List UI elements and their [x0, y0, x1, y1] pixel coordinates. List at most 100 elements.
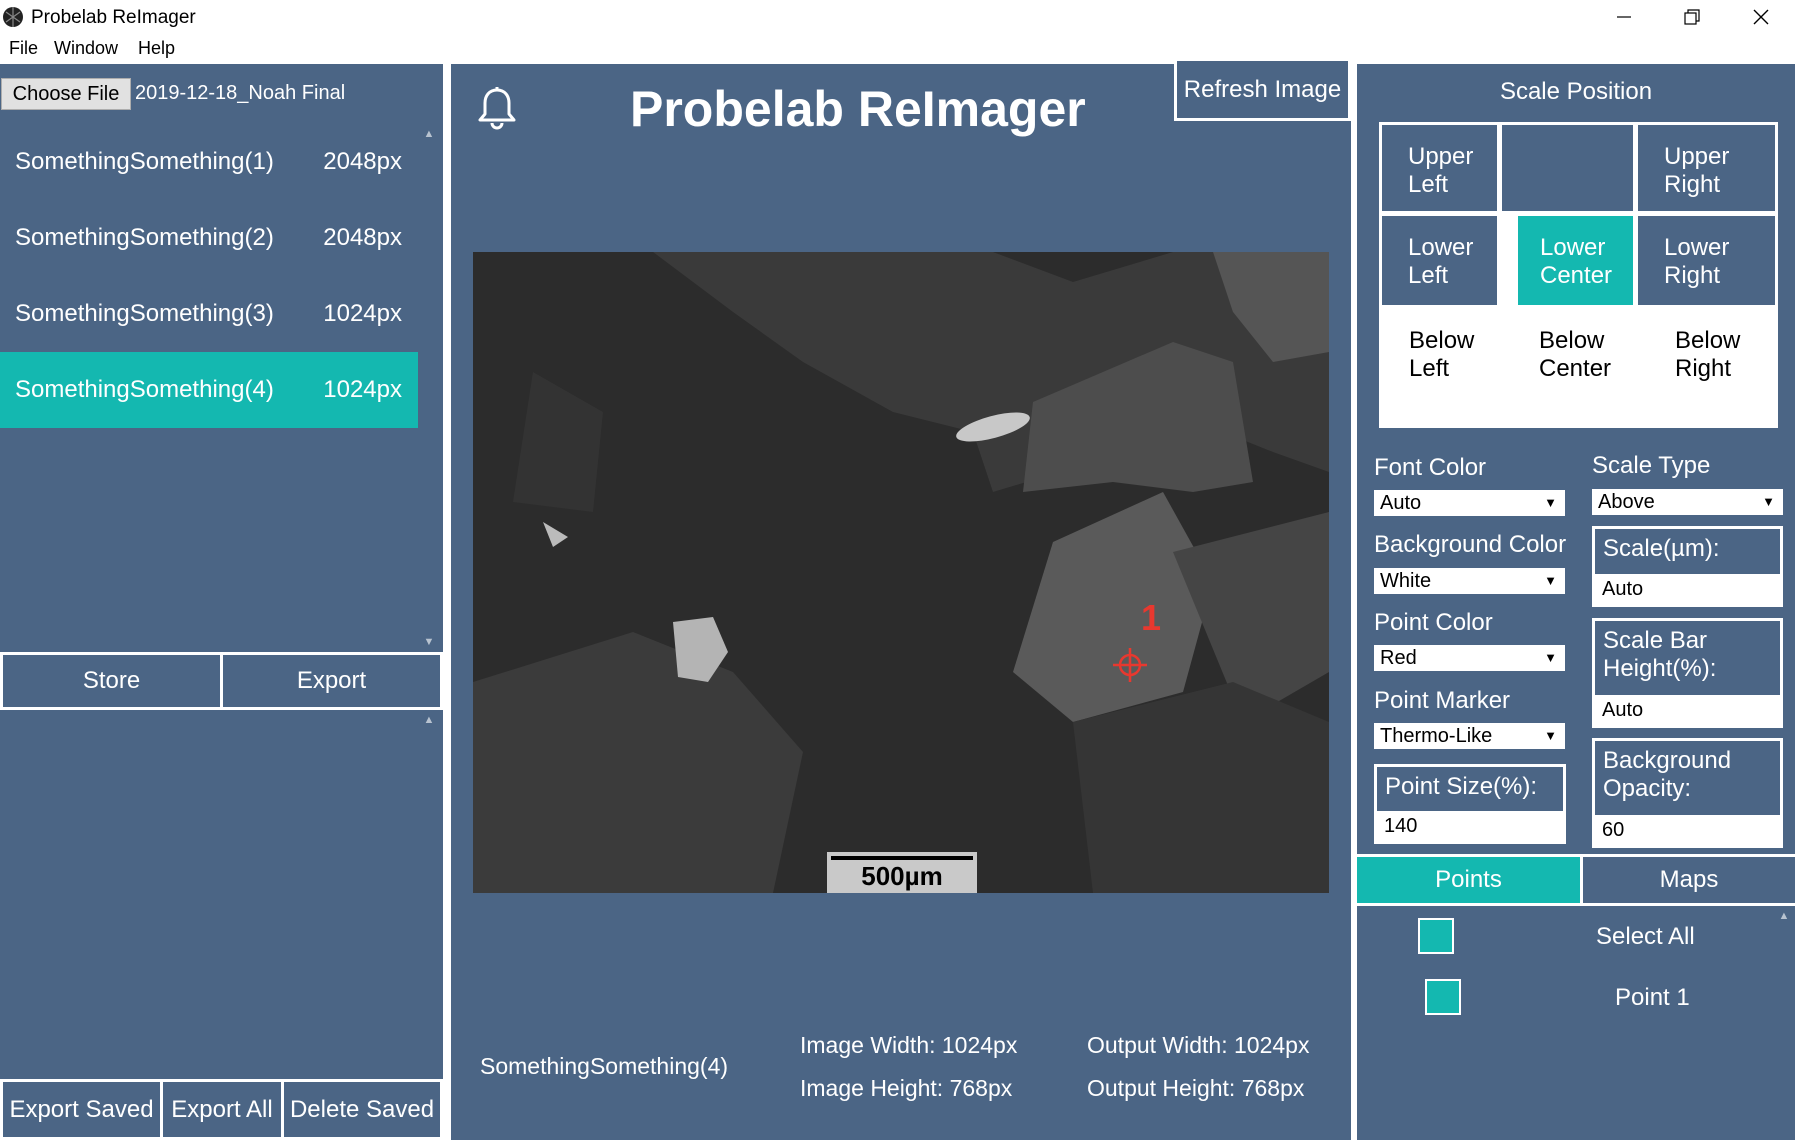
- image-list-item-selected[interactable]: SomethingSomething(4) 1024px: [0, 352, 418, 428]
- image-name: SomethingSomething(1): [15, 148, 274, 175]
- scale-position-grid: Upper Left Upper Right Lower Left Lower …: [1379, 122, 1778, 428]
- point-number-label: 1: [1141, 597, 1162, 638]
- restore-icon: [1684, 9, 1700, 25]
- delete-saved-button[interactable]: Delete Saved: [281, 1079, 443, 1140]
- divider: [443, 64, 451, 1140]
- background-opacity-label: Background Opacity:: [1603, 747, 1732, 802]
- point-color-select[interactable]: Red ▼: [1374, 645, 1565, 671]
- below-left-button[interactable]: Below Left: [1383, 315, 1503, 415]
- scroll-down-icon[interactable]: ▼: [418, 632, 440, 652]
- point-color-label: Point Color: [1374, 609, 1493, 636]
- refresh-image-button[interactable]: Refresh Image: [1174, 61, 1351, 121]
- menu-bar: File Window Help: [0, 34, 1795, 64]
- chevron-down-icon: ▼: [1762, 494, 1775, 509]
- image-name: SomethingSomething(4): [15, 376, 274, 403]
- title-bar: Probelab ReImager: [0, 0, 1795, 34]
- image-height-label: Image Height: 768px: [800, 1075, 1013, 1101]
- image-name: SomethingSomething(2): [15, 224, 274, 251]
- close-button[interactable]: [1726, 0, 1795, 34]
- font-color-select[interactable]: Auto ▼: [1374, 490, 1565, 516]
- scale-type-select[interactable]: Above ▼: [1592, 489, 1783, 515]
- image-list-item[interactable]: SomethingSomething(1) 2048px: [0, 124, 418, 200]
- image-name: SomethingSomething(3): [15, 300, 274, 327]
- minimize-icon: [1617, 16, 1631, 18]
- scale-bar-height-label: Scale Bar Height(%):: [1603, 627, 1717, 682]
- scale-um-input[interactable]: Auto: [1595, 574, 1780, 604]
- scale-bar: 500µm: [827, 852, 977, 893]
- scale-bar-height-input[interactable]: Auto: [1595, 695, 1780, 725]
- export-saved-button[interactable]: Export Saved: [0, 1079, 163, 1140]
- settings-panel: Scale Position Upper Left Upper Right Lo…: [1357, 64, 1795, 1140]
- scroll-up-icon[interactable]: ▲: [1773, 906, 1795, 926]
- scale-um-field: Scale(µm): Auto: [1592, 526, 1783, 607]
- close-icon: [1753, 9, 1769, 25]
- point-marker-value: Thermo-Like: [1380, 725, 1493, 747]
- background-opacity-field: Background Opacity: 60: [1592, 738, 1783, 848]
- menu-file[interactable]: File: [9, 38, 38, 59]
- upper-right-button[interactable]: Upper Right: [1638, 125, 1775, 211]
- app-heading: Probelab ReImager: [630, 81, 1086, 137]
- upper-left-button[interactable]: Upper Left: [1382, 125, 1497, 211]
- image-list: SomethingSomething(1) 2048px SomethingSo…: [0, 124, 418, 652]
- select-all-checkbox[interactable]: [1418, 918, 1454, 954]
- chevron-down-icon: ▼: [1544, 573, 1557, 588]
- point-size-input[interactable]: 140: [1377, 811, 1563, 841]
- image-size: 2048px: [323, 148, 402, 175]
- sem-image-graphic: [473, 252, 1329, 893]
- image-size: 1024px: [323, 376, 402, 403]
- scroll-up-icon[interactable]: ▲: [418, 124, 440, 144]
- background-color-select[interactable]: White ▼: [1374, 568, 1565, 594]
- choose-file-button[interactable]: Choose File: [1, 78, 131, 110]
- store-button[interactable]: Store: [0, 652, 223, 710]
- divider: [1357, 903, 1795, 906]
- file-panel: Choose File 2019-12-18_Noah Final Someth…: [0, 64, 443, 1140]
- output-width-label: Output Width: 1024px: [1087, 1032, 1310, 1058]
- lower-left-button[interactable]: Lower Left: [1382, 216, 1497, 305]
- point-color-value: Red: [1380, 647, 1417, 669]
- scale-type-label: Scale Type: [1592, 452, 1711, 479]
- scale-type-value: Above: [1598, 491, 1655, 513]
- lower-center-button[interactable]: Lower Center: [1518, 216, 1633, 305]
- minimize-button[interactable]: [1589, 0, 1659, 34]
- below-right-button[interactable]: Below Right: [1649, 315, 1774, 415]
- background-color-label: Background Color: [1374, 531, 1567, 558]
- below-center-button[interactable]: Below Center: [1517, 315, 1647, 415]
- points-scrollbar[interactable]: ▲: [1773, 906, 1795, 1140]
- upper-center-slot: [1502, 125, 1633, 211]
- font-color-label: Font Color: [1374, 454, 1487, 481]
- saved-list-scrollbar[interactable]: ▲ ▼: [418, 710, 440, 1140]
- chevron-down-icon: ▼: [1544, 495, 1557, 510]
- app-logo-icon: [3, 7, 23, 27]
- point-marker-select[interactable]: Thermo-Like ▼: [1374, 723, 1565, 749]
- select-all-label: Select All: [1596, 923, 1695, 950]
- scroll-up-icon[interactable]: ▲: [418, 710, 440, 730]
- image-list-scrollbar[interactable]: ▲ ▼: [418, 124, 440, 652]
- point-size-label: Point Size(%):: [1385, 773, 1538, 800]
- background-opacity-input[interactable]: 60: [1595, 815, 1780, 845]
- bell-icon[interactable]: [476, 86, 518, 130]
- tab-maps[interactable]: Maps: [1583, 857, 1795, 903]
- point-1-checkbox[interactable]: [1425, 979, 1461, 1015]
- scale-position-title: Scale Position: [1499, 78, 1653, 105]
- image-list-item[interactable]: SomethingSomething(2) 2048px: [0, 200, 418, 276]
- saved-list: [0, 710, 418, 1140]
- scale-um-label: Scale(µm):: [1603, 535, 1720, 562]
- preview-panel: Probelab ReImager Refresh Image 1 500µm …: [451, 61, 1351, 1140]
- image-list-item[interactable]: SomethingSomething(3) 1024px: [0, 276, 418, 352]
- menu-help[interactable]: Help: [138, 38, 175, 59]
- font-color-value: Auto: [1380, 492, 1422, 514]
- export-button[interactable]: Export: [220, 652, 443, 710]
- image-width-label: Image Width: 1024px: [800, 1032, 1018, 1058]
- lower-right-button[interactable]: Lower Right: [1638, 216, 1775, 305]
- image-size: 2048px: [323, 224, 402, 251]
- menu-window[interactable]: Window: [54, 38, 118, 59]
- point-marker-label: Point Marker: [1374, 687, 1511, 714]
- output-height-label: Output Height: 768px: [1087, 1075, 1305, 1101]
- scale-line: [831, 856, 973, 860]
- selected-file-name: 2019-12-18_Noah Final: [135, 82, 346, 104]
- restore-button[interactable]: [1657, 0, 1727, 34]
- tab-points[interactable]: Points: [1357, 857, 1580, 903]
- export-all-button[interactable]: Export All: [160, 1079, 284, 1140]
- crosshair-marker-icon: [1113, 648, 1147, 682]
- image-size: 1024px: [323, 300, 402, 327]
